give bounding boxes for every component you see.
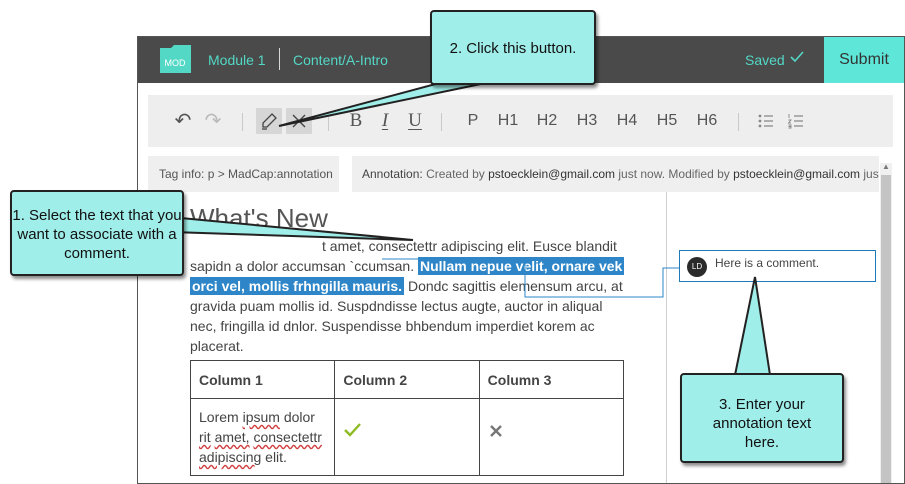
table-row: Lorem ipsum dolor rit amet, consectettr … (189, 398, 625, 476)
cell-word: ipsum (242, 409, 280, 425)
tag-info-bar: Tag info: p > MadCap:annotation (148, 156, 339, 192)
svg-text:MOD: MOD (165, 58, 186, 68)
text-fragment: sapidn a dolor accumsan `ccumsan. (190, 258, 415, 274)
callout-3: 3. Enter your annotation text here. (680, 373, 844, 463)
modified-by-label: Modified by (668, 167, 730, 181)
table-cell[interactable] (334, 398, 480, 476)
underline-button[interactable]: U (405, 108, 425, 134)
annotated-text[interactable]: Nullam nepue velit, ornare vek (418, 257, 625, 275)
heading5-button[interactable]: H5 (654, 108, 680, 134)
created-by-label: Created by (426, 167, 485, 181)
content-table[interactable]: Column 1 Column 2 Column 3 Lorem ipsum d… (189, 360, 625, 476)
paragraph-button[interactable]: P (462, 108, 484, 134)
callout-1: 1. Select the text that you want to asso… (10, 190, 184, 276)
bold-button[interactable]: B (346, 108, 366, 134)
table-header: Column 1 (189, 360, 336, 399)
annotation-info-bar: Annotation: Created by pstoecklein@gmail… (352, 156, 879, 192)
remove-annotation-button[interactable] (286, 108, 312, 134)
toolbar-divider (328, 113, 329, 131)
text-line: gravida puam mollis id. Suspdndisse lect… (190, 298, 603, 314)
numbered-list-icon (787, 114, 803, 129)
scroll-up-icon[interactable]: ▲ (882, 162, 890, 171)
heading3-button[interactable]: H3 (574, 108, 600, 134)
numbered-list-button[interactable] (785, 108, 807, 134)
comment-text[interactable]: Here is a comment. (715, 256, 819, 270)
bulleted-list-icon (758, 114, 773, 128)
breadcrumb-divider (279, 48, 280, 70)
breadcrumb-module[interactable]: Module 1 (208, 52, 266, 68)
cell-word: adipiscing (199, 449, 262, 465)
undo-button[interactable]: ↶ (172, 108, 194, 134)
comment-pane-divider (666, 192, 667, 483)
highlighter-icon (262, 113, 277, 130)
close-icon (292, 114, 306, 128)
x-mark-icon (489, 425, 502, 437)
bulleted-list-button[interactable] (755, 108, 777, 134)
text-line: sapidn a dolor accumsan `ccumsan. Nullam… (190, 256, 625, 276)
cell-word: Lorem (199, 409, 239, 425)
document-content[interactable]: What's New t amet, consectettr adipiscin… (190, 202, 625, 356)
body-paragraph[interactable]: t amet, consectettr adipiscing elit. Eus… (190, 236, 625, 356)
cell-word: rit (199, 429, 211, 445)
annotation-label: Annotation: (362, 167, 423, 181)
formatting-toolbar: ↶ ↷ B I U P H1 H2 H3 H4 H5 H6 (148, 95, 893, 147)
created-email: pstoecklein@gmail.com (488, 167, 616, 181)
saved-status: Saved (745, 52, 785, 68)
page-title: What's New (190, 203, 328, 233)
check-icon (344, 423, 362, 437)
heading2-button[interactable]: H2 (534, 108, 560, 134)
submit-button[interactable]: Submit (824, 37, 904, 83)
text-line: placerat. (190, 338, 244, 354)
text-fragment: Dondc sagittis elemensum arcu, at (407, 278, 623, 294)
redo-button[interactable]: ↷ (202, 108, 224, 134)
table-cell[interactable]: Lorem ipsum dolor rit amet, consectettr … (189, 398, 336, 476)
mod-logo-icon: MOD (160, 45, 191, 73)
breadcrumb-topic[interactable]: Content/A-Intro (293, 52, 388, 68)
modified-when: just now. (863, 167, 879, 181)
cell-word: consectettr (253, 429, 322, 445)
cell-word: amet, (214, 429, 250, 445)
table-cell[interactable] (478, 398, 625, 476)
italic-button[interactable]: I (375, 108, 395, 134)
cell-word: elit. (265, 449, 287, 465)
table-header: Column 3 (478, 360, 625, 399)
avatar: LD (687, 257, 707, 277)
annotation-button[interactable] (256, 108, 282, 134)
toolbar-divider (441, 113, 442, 131)
text-line: t amet, consectettr adipiscing elit. Eus… (322, 238, 617, 254)
heading6-button[interactable]: H6 (694, 108, 720, 134)
annotated-text[interactable]: orci vel, mollis frhngilla mauris. (190, 277, 405, 295)
vertical-scrollbar[interactable]: ▲ (880, 162, 892, 483)
table-header: Column 2 (334, 360, 480, 399)
text-line: orci vel, mollis frhngilla mauris. Dondc… (190, 276, 623, 296)
table-header-row: Column 1 Column 2 Column 3 (189, 360, 625, 399)
comment-card[interactable]: LD Here is a comment. (679, 250, 876, 282)
scroll-thumb[interactable] (881, 175, 891, 483)
toolbar-divider (242, 113, 243, 131)
text-line: nec, fringilla id dnlor. Suspendisse bhb… (190, 318, 595, 334)
toolbar-divider (738, 113, 739, 131)
created-when: just now. (618, 167, 666, 181)
modified-email: pstoecklein@gmail.com (733, 167, 861, 181)
check-icon (790, 51, 804, 63)
heading4-button[interactable]: H4 (614, 108, 640, 134)
cell-word: dolor (283, 409, 315, 425)
heading1-button[interactable]: H1 (495, 108, 521, 134)
callout-2: 2. Click this button. (430, 10, 596, 85)
